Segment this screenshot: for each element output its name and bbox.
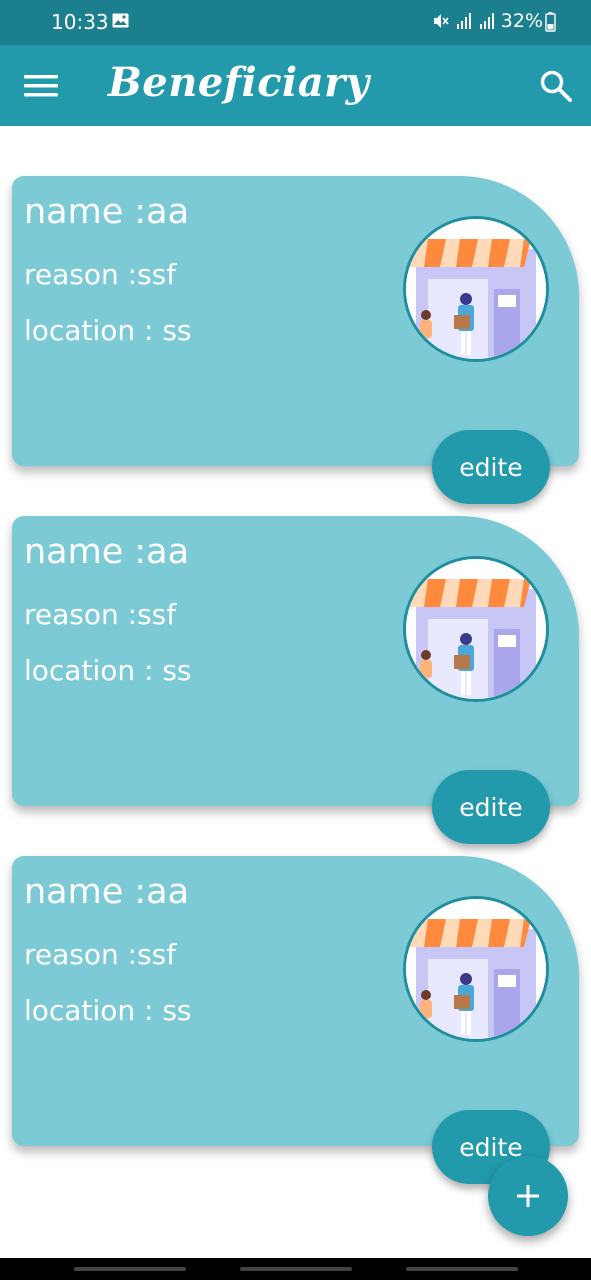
card-name: name :aa bbox=[24, 192, 190, 232]
shop-illustration-icon bbox=[406, 219, 546, 359]
search-icon[interactable] bbox=[539, 69, 573, 103]
beneficiary-card: name :aa reason :ssf location : ss edite bbox=[12, 176, 579, 504]
nav-back-button[interactable] bbox=[406, 1267, 518, 1271]
app-bar: Beneficiary bbox=[0, 45, 591, 126]
nav-recents-button[interactable] bbox=[74, 1267, 186, 1271]
card-location: location : ss bbox=[24, 314, 192, 347]
add-beneficiary-fab[interactable] bbox=[488, 1156, 568, 1236]
card-reason: reason :ssf bbox=[24, 938, 177, 971]
mute-icon bbox=[433, 14, 449, 28]
card-name: name :aa bbox=[24, 872, 190, 912]
shop-illustration-icon bbox=[406, 559, 546, 699]
card-location: location : ss bbox=[24, 994, 192, 1027]
shop-illustration-avatar bbox=[403, 556, 549, 702]
status-bar: 10:33 32% bbox=[0, 0, 591, 45]
card-location: location : ss bbox=[24, 654, 192, 687]
nav-home-button[interactable] bbox=[240, 1267, 352, 1271]
card-reason: reason :ssf bbox=[24, 258, 177, 291]
edit-button[interactable]: edite bbox=[432, 770, 550, 844]
hamburger-menu-icon[interactable] bbox=[24, 73, 58, 99]
image-notification-icon bbox=[112, 13, 129, 28]
shop-illustration-icon bbox=[406, 899, 546, 1039]
card-reason: reason :ssf bbox=[24, 598, 177, 631]
edit-button[interactable]: edite bbox=[432, 430, 550, 504]
shop-illustration-avatar bbox=[403, 216, 549, 362]
signal-icon-2 bbox=[479, 13, 494, 29]
system-nav-bar bbox=[0, 1258, 591, 1280]
beneficiary-card: name :aa reason :ssf location : ss edite bbox=[12, 856, 579, 1184]
shop-illustration-avatar bbox=[403, 896, 549, 1042]
plus-icon bbox=[517, 1185, 539, 1207]
status-indicators: 32% bbox=[432, 10, 543, 32]
beneficiary-card: name :aa reason :ssf location : ss edite bbox=[12, 516, 579, 844]
battery-percent: 32% bbox=[500, 10, 543, 32]
status-time: 10:33 bbox=[51, 10, 109, 34]
battery-icon bbox=[545, 12, 556, 32]
signal-icon bbox=[456, 13, 471, 29]
page-title: Beneficiary bbox=[108, 59, 370, 106]
card-name: name :aa bbox=[24, 532, 190, 572]
